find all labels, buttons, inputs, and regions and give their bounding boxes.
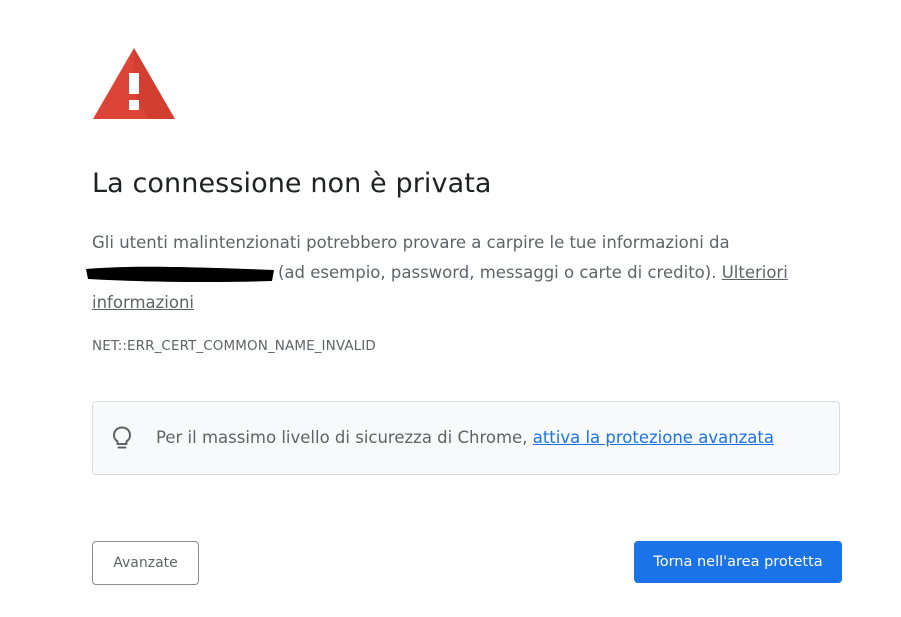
advanced-button[interactable]: Avanzate xyxy=(92,541,199,585)
warning-triangle-icon xyxy=(93,48,175,119)
error-code: NET::ERR_CERT_COMMON_NAME_INVALID xyxy=(92,338,376,354)
main-message-text: Gli utenti malintenzionati potrebbero pr… xyxy=(92,233,730,252)
enhanced-protection-text: Per il massimo livello di sicurezza di C… xyxy=(156,428,774,447)
interstitial-page: La connessione non è privata Gli utenti … xyxy=(0,0,901,617)
page-title: La connessione non è privata xyxy=(92,168,492,199)
main-message: Gli utenti malintenzionati potrebbero pr… xyxy=(86,228,792,318)
lightbulb-icon xyxy=(113,426,131,449)
enhanced-protection-link[interactable]: attiva la protezione avanzata xyxy=(533,428,774,447)
back-to-safety-button[interactable]: Torna nell'area protetta xyxy=(634,541,842,583)
main-message-continuation: (ad esempio, password, messaggi o carte … xyxy=(278,263,717,282)
redacted-hostname xyxy=(86,264,278,284)
enhanced-protection-label: Per il massimo livello di sicurezza di C… xyxy=(156,428,528,447)
enhanced-protection-message: Per il massimo livello di sicurezza di C… xyxy=(92,401,840,475)
